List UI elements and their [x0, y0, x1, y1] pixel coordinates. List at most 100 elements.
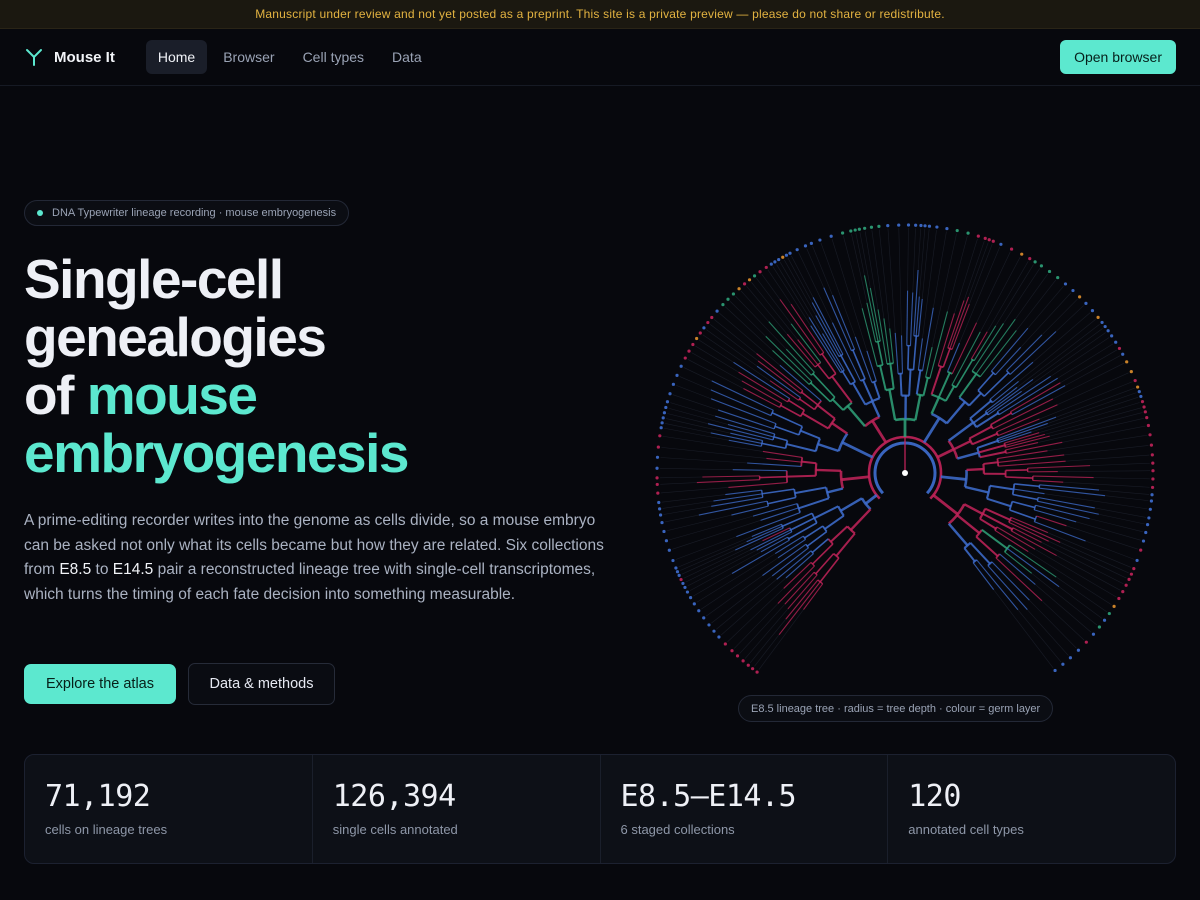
tree-leaf [707, 623, 711, 627]
tree-branch-arc [814, 463, 818, 476]
tree-leaf [853, 228, 857, 232]
tree-branch [1057, 372, 1129, 405]
nav-link-cell-types[interactable]: Cell types [291, 40, 376, 74]
tree-leaf [715, 309, 719, 313]
tree-branch [841, 441, 874, 459]
tree-leaf [656, 491, 660, 495]
tree-branch [696, 479, 760, 484]
tree-leaf [1053, 668, 1057, 673]
tree-leaf [1033, 260, 1037, 264]
tree-branch [670, 402, 716, 417]
tree-branch [786, 443, 817, 453]
tree-branch [871, 419, 888, 444]
tree-leaf [1061, 662, 1065, 666]
tree-leaf [671, 382, 675, 386]
open-browser-button[interactable]: Open browser [1060, 40, 1176, 74]
tree-leaf [976, 234, 980, 238]
tree-branch [888, 389, 897, 421]
tree-branch [702, 334, 771, 381]
tree-leaf [665, 400, 670, 404]
nav-link-browser[interactable]: Browser [211, 40, 286, 74]
tree-leaf [674, 566, 678, 570]
tree-leaf [1149, 443, 1154, 447]
tree-branch [1060, 542, 1129, 574]
tree-branch [956, 451, 980, 460]
tree-branch [660, 482, 697, 485]
tree-leaf [1137, 390, 1141, 394]
tree-branch [822, 333, 845, 371]
tree-branch [1013, 488, 1045, 495]
tree-branch [1017, 609, 1062, 663]
tree-leaf [1145, 416, 1149, 420]
tree-branch [810, 382, 831, 403]
tree-leaf [723, 642, 727, 646]
tree-leaf [667, 548, 671, 552]
tree-branch [990, 412, 1012, 426]
tree-leaf [656, 445, 660, 449]
tree-branch [1049, 412, 1143, 437]
tree-branch [1076, 521, 1141, 541]
tree-leaf [675, 570, 680, 574]
tree-branch [762, 488, 795, 495]
tree-leaf [1103, 324, 1107, 329]
tree-branch [817, 442, 840, 453]
stat-card: 120 annotated cell types [888, 755, 1175, 863]
tree-branch [1034, 509, 1077, 523]
tree-leaf [1148, 433, 1152, 437]
explore-atlas-button[interactable]: Explore the atlas [24, 664, 176, 704]
nav-link-home[interactable]: Home [145, 40, 208, 74]
tree-branch-arc [930, 412, 948, 425]
tree-branch [707, 423, 774, 441]
tree-leaf [1151, 461, 1155, 465]
tree-branch-arc [989, 424, 994, 430]
tree-branch [660, 457, 748, 464]
tree-branch [878, 229, 890, 329]
tree-leaf [1140, 400, 1145, 404]
tree-branch [997, 454, 1065, 464]
top-nav: Mouse It Home Browser Cell types Data Op… [0, 29, 1200, 86]
tree-leaf [752, 274, 757, 278]
tree-leaf [1144, 530, 1148, 535]
tree-branch [797, 339, 819, 366]
tree-branch [1005, 469, 1028, 472]
tree-leaf [1107, 611, 1111, 616]
tree-branch [963, 547, 976, 562]
tree-branch [1031, 573, 1098, 626]
tree-leaf [683, 356, 687, 360]
tree-leaf [769, 262, 773, 266]
tree-branch [667, 413, 709, 424]
preview-banner: Manuscript under review and not yet post… [0, 0, 1200, 29]
tree-branch [794, 486, 827, 495]
tree-branch [1031, 397, 1139, 433]
headline-line-2: genealogies [24, 306, 327, 368]
tree-branch [922, 417, 941, 444]
data-methods-button[interactable]: Data & methods [188, 663, 335, 705]
tree-leaf [658, 513, 663, 517]
tree-branch [1057, 470, 1150, 472]
tree-leaf [1136, 385, 1140, 389]
tree-leaf [1151, 477, 1155, 481]
tree-branch [912, 335, 918, 370]
tree-branch [728, 439, 762, 447]
tree-leaf [688, 596, 693, 600]
tree-leaf [849, 229, 853, 233]
tree-branch [1060, 349, 1118, 384]
brand[interactable]: Mouse It [24, 47, 115, 67]
tree-branch [819, 557, 840, 583]
tree-branch [922, 307, 934, 371]
tree-leaf [1090, 309, 1095, 313]
tree-leaf [660, 421, 664, 425]
tree-leaf [809, 241, 813, 245]
tree-branch [665, 423, 711, 434]
tree-branch [676, 385, 712, 400]
tree-leaf [664, 405, 668, 410]
tree-branch [983, 461, 999, 465]
tree-branch [849, 508, 872, 531]
tree-branch [953, 440, 972, 451]
stat-card: E8.5–E14.5 6 staged collections [601, 755, 889, 863]
tree-branch [695, 345, 739, 373]
tree-branch-arc [837, 505, 845, 517]
lede-stage-end: E14.5 [112, 561, 154, 578]
tree-leaf [662, 529, 666, 534]
nav-link-data[interactable]: Data [380, 40, 434, 74]
